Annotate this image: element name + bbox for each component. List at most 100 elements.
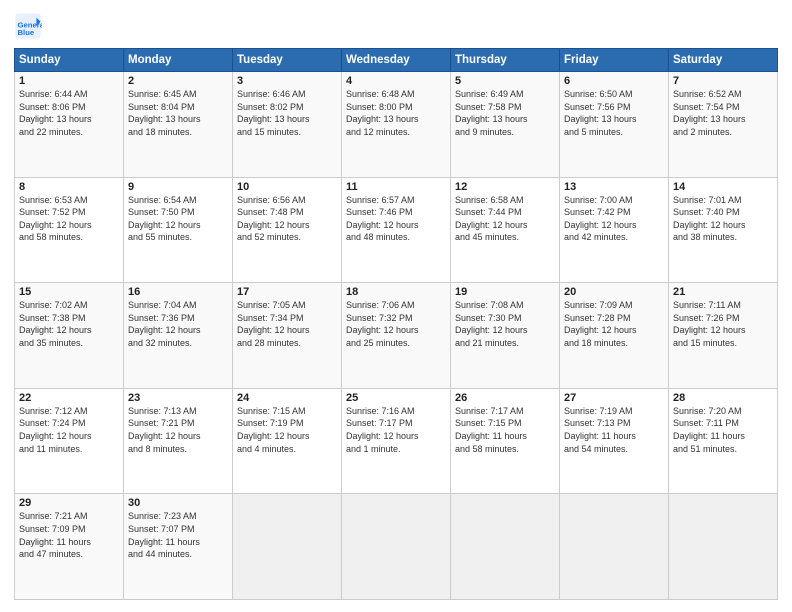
week-row-2: 8Sunrise: 6:53 AMSunset: 7:52 PMDaylight…: [15, 177, 778, 283]
week-row-5: 29Sunrise: 7:21 AMSunset: 7:09 PMDayligh…: [15, 494, 778, 600]
day-info: Sunrise: 7:16 AMSunset: 7:17 PMDaylight:…: [346, 405, 446, 455]
day-cell: 9Sunrise: 6:54 AMSunset: 7:50 PMDaylight…: [124, 177, 233, 283]
day-info: Sunrise: 6:44 AMSunset: 8:06 PMDaylight:…: [19, 88, 119, 138]
day-info: Sunrise: 7:23 AMSunset: 7:07 PMDaylight:…: [128, 510, 228, 560]
page: General Blue SundayMondayTuesdayWednesda…: [0, 0, 792, 612]
day-number: 2: [128, 75, 228, 87]
day-cell: 18Sunrise: 7:06 AMSunset: 7:32 PMDayligh…: [342, 283, 451, 389]
day-cell: 2Sunrise: 6:45 AMSunset: 8:04 PMDaylight…: [124, 72, 233, 178]
day-cell: 22Sunrise: 7:12 AMSunset: 7:24 PMDayligh…: [15, 388, 124, 494]
day-info: Sunrise: 6:58 AMSunset: 7:44 PMDaylight:…: [455, 194, 555, 244]
day-number: 28: [673, 392, 773, 404]
day-cell: [560, 494, 669, 600]
day-info: Sunrise: 7:11 AMSunset: 7:26 PMDaylight:…: [673, 299, 773, 349]
day-cell: 21Sunrise: 7:11 AMSunset: 7:26 PMDayligh…: [669, 283, 778, 389]
day-info: Sunrise: 6:54 AMSunset: 7:50 PMDaylight:…: [128, 194, 228, 244]
day-info: Sunrise: 6:56 AMSunset: 7:48 PMDaylight:…: [237, 194, 337, 244]
day-number: 5: [455, 75, 555, 87]
week-row-4: 22Sunrise: 7:12 AMSunset: 7:24 PMDayligh…: [15, 388, 778, 494]
day-number: 15: [19, 286, 119, 298]
day-info: Sunrise: 7:09 AMSunset: 7:28 PMDaylight:…: [564, 299, 664, 349]
day-cell: 7Sunrise: 6:52 AMSunset: 7:54 PMDaylight…: [669, 72, 778, 178]
day-cell: 14Sunrise: 7:01 AMSunset: 7:40 PMDayligh…: [669, 177, 778, 283]
day-info: Sunrise: 7:06 AMSunset: 7:32 PMDaylight:…: [346, 299, 446, 349]
day-number: 10: [237, 181, 337, 193]
week-row-1: 1Sunrise: 6:44 AMSunset: 8:06 PMDaylight…: [15, 72, 778, 178]
day-cell: 17Sunrise: 7:05 AMSunset: 7:34 PMDayligh…: [233, 283, 342, 389]
day-cell: [669, 494, 778, 600]
col-header-saturday: Saturday: [669, 49, 778, 72]
day-cell: 11Sunrise: 6:57 AMSunset: 7:46 PMDayligh…: [342, 177, 451, 283]
day-number: 29: [19, 497, 119, 509]
col-header-tuesday: Tuesday: [233, 49, 342, 72]
day-number: 6: [564, 75, 664, 87]
day-info: Sunrise: 6:45 AMSunset: 8:04 PMDaylight:…: [128, 88, 228, 138]
day-number: 22: [19, 392, 119, 404]
day-number: 4: [346, 75, 446, 87]
day-info: Sunrise: 7:20 AMSunset: 7:11 PMDaylight:…: [673, 405, 773, 455]
day-cell: 27Sunrise: 7:19 AMSunset: 7:13 PMDayligh…: [560, 388, 669, 494]
day-cell: 8Sunrise: 6:53 AMSunset: 7:52 PMDaylight…: [15, 177, 124, 283]
day-number: 21: [673, 286, 773, 298]
col-header-wednesday: Wednesday: [342, 49, 451, 72]
day-cell: [342, 494, 451, 600]
day-number: 3: [237, 75, 337, 87]
week-row-3: 15Sunrise: 7:02 AMSunset: 7:38 PMDayligh…: [15, 283, 778, 389]
day-number: 26: [455, 392, 555, 404]
day-cell: 1Sunrise: 6:44 AMSunset: 8:06 PMDaylight…: [15, 72, 124, 178]
day-number: 17: [237, 286, 337, 298]
day-info: Sunrise: 6:57 AMSunset: 7:46 PMDaylight:…: [346, 194, 446, 244]
day-cell: 16Sunrise: 7:04 AMSunset: 7:36 PMDayligh…: [124, 283, 233, 389]
day-number: 18: [346, 286, 446, 298]
day-cell: 13Sunrise: 7:00 AMSunset: 7:42 PMDayligh…: [560, 177, 669, 283]
day-info: Sunrise: 7:17 AMSunset: 7:15 PMDaylight:…: [455, 405, 555, 455]
day-cell: 29Sunrise: 7:21 AMSunset: 7:09 PMDayligh…: [15, 494, 124, 600]
day-number: 14: [673, 181, 773, 193]
day-cell: 15Sunrise: 7:02 AMSunset: 7:38 PMDayligh…: [15, 283, 124, 389]
day-info: Sunrise: 6:48 AMSunset: 8:00 PMDaylight:…: [346, 88, 446, 138]
header: General Blue: [14, 12, 778, 40]
day-info: Sunrise: 6:53 AMSunset: 7:52 PMDaylight:…: [19, 194, 119, 244]
header-row: SundayMondayTuesdayWednesdayThursdayFrid…: [15, 49, 778, 72]
day-number: 11: [346, 181, 446, 193]
day-cell: 26Sunrise: 7:17 AMSunset: 7:15 PMDayligh…: [451, 388, 560, 494]
day-number: 9: [128, 181, 228, 193]
day-info: Sunrise: 7:19 AMSunset: 7:13 PMDaylight:…: [564, 405, 664, 455]
day-cell: 23Sunrise: 7:13 AMSunset: 7:21 PMDayligh…: [124, 388, 233, 494]
day-info: Sunrise: 7:04 AMSunset: 7:36 PMDaylight:…: [128, 299, 228, 349]
day-number: 25: [346, 392, 446, 404]
day-info: Sunrise: 7:00 AMSunset: 7:42 PMDaylight:…: [564, 194, 664, 244]
day-cell: [233, 494, 342, 600]
day-cell: 19Sunrise: 7:08 AMSunset: 7:30 PMDayligh…: [451, 283, 560, 389]
calendar-table: SundayMondayTuesdayWednesdayThursdayFrid…: [14, 48, 778, 600]
day-number: 24: [237, 392, 337, 404]
col-header-sunday: Sunday: [15, 49, 124, 72]
day-cell: 10Sunrise: 6:56 AMSunset: 7:48 PMDayligh…: [233, 177, 342, 283]
col-header-monday: Monday: [124, 49, 233, 72]
day-number: 13: [564, 181, 664, 193]
day-number: 8: [19, 181, 119, 193]
logo-icon: General Blue: [14, 12, 42, 40]
day-cell: 3Sunrise: 6:46 AMSunset: 8:02 PMDaylight…: [233, 72, 342, 178]
day-info: Sunrise: 6:46 AMSunset: 8:02 PMDaylight:…: [237, 88, 337, 138]
day-info: Sunrise: 7:01 AMSunset: 7:40 PMDaylight:…: [673, 194, 773, 244]
day-cell: [451, 494, 560, 600]
day-info: Sunrise: 7:02 AMSunset: 7:38 PMDaylight:…: [19, 299, 119, 349]
day-cell: 28Sunrise: 7:20 AMSunset: 7:11 PMDayligh…: [669, 388, 778, 494]
day-info: Sunrise: 6:50 AMSunset: 7:56 PMDaylight:…: [564, 88, 664, 138]
col-header-friday: Friday: [560, 49, 669, 72]
day-number: 1: [19, 75, 119, 87]
day-number: 19: [455, 286, 555, 298]
day-info: Sunrise: 7:12 AMSunset: 7:24 PMDaylight:…: [19, 405, 119, 455]
day-info: Sunrise: 6:49 AMSunset: 7:58 PMDaylight:…: [455, 88, 555, 138]
logo: General Blue: [14, 12, 46, 40]
day-cell: 20Sunrise: 7:09 AMSunset: 7:28 PMDayligh…: [560, 283, 669, 389]
day-number: 20: [564, 286, 664, 298]
day-info: Sunrise: 7:13 AMSunset: 7:21 PMDaylight:…: [128, 405, 228, 455]
day-number: 23: [128, 392, 228, 404]
day-number: 27: [564, 392, 664, 404]
day-cell: 25Sunrise: 7:16 AMSunset: 7:17 PMDayligh…: [342, 388, 451, 494]
svg-text:Blue: Blue: [18, 28, 35, 37]
day-cell: 30Sunrise: 7:23 AMSunset: 7:07 PMDayligh…: [124, 494, 233, 600]
day-cell: 24Sunrise: 7:15 AMSunset: 7:19 PMDayligh…: [233, 388, 342, 494]
